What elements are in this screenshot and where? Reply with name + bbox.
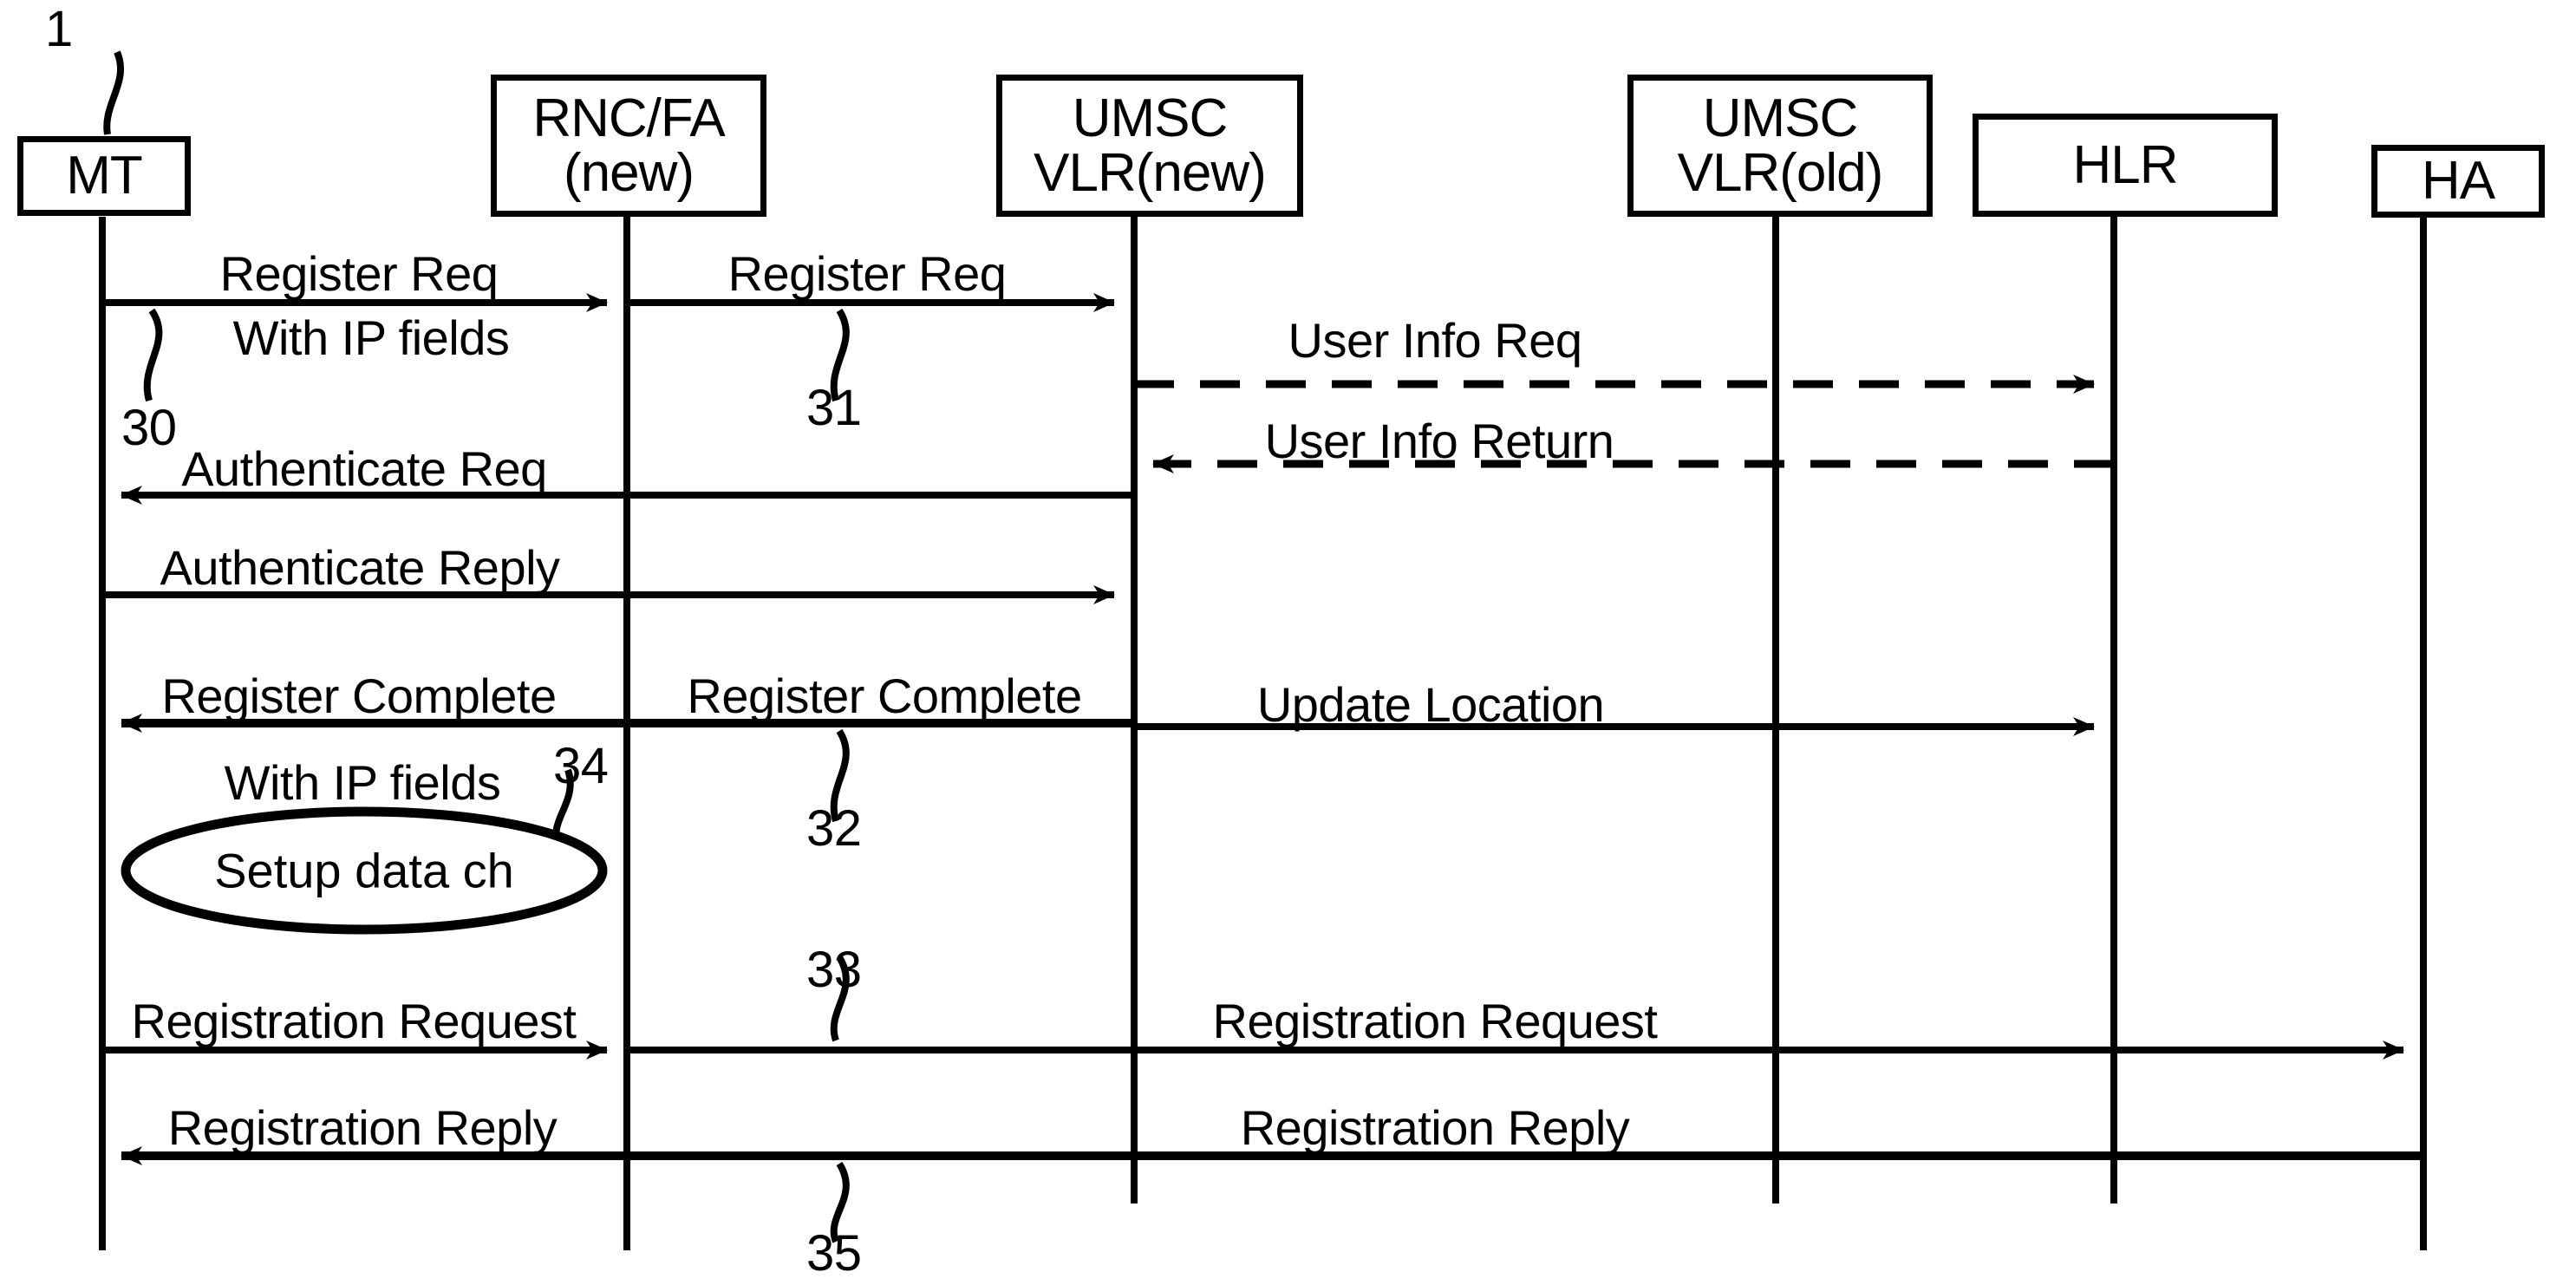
reference-numeral-35: 35: [806, 1225, 862, 1282]
leader-curve-1: [103, 50, 125, 135]
node-box-rncfa[interactable]: RNC/FA (new): [491, 75, 766, 217]
node-label-ha-line1: HA: [2421, 151, 2495, 212]
message-label-register-req-2: Register Req: [727, 246, 1007, 301]
oval-label-setup-data-ch: Setup data ch: [214, 843, 514, 898]
node-box-hlr[interactable]: HLR: [1973, 114, 2278, 217]
reference-numeral-34: 34: [553, 738, 609, 794]
message-sublabel-with-ip-fields-2: With IP fields: [224, 755, 501, 810]
reference-numeral-1: 1: [45, 1, 73, 57]
reference-numeral-30: 30: [121, 400, 177, 456]
node-label-rncfa-line1: RNC/FA: [532, 88, 725, 148]
leader-curve-30: [143, 308, 163, 402]
node-box-ha[interactable]: HA: [2371, 145, 2545, 218]
node-box-umsc-vlr-new[interactable]: UMSC VLR(new): [996, 75, 1303, 217]
message-label-user-info-return: User Info Return: [1264, 414, 1614, 468]
message-label-update-location: Update Location: [1256, 677, 1605, 732]
message-label-register-complete-2: Register Complete: [687, 669, 1082, 723]
message-label-registration-reply-1: Registration Reply: [1240, 1100, 1630, 1155]
node-box-mt[interactable]: MT: [17, 136, 191, 216]
node-label-hlr-line1: HLR: [2072, 134, 2178, 195]
reference-numeral-31: 31: [806, 380, 862, 436]
message-label-register-complete-1: Register Complete: [161, 669, 557, 723]
message-label-registration-reply-2: Registration Reply: [167, 1100, 558, 1155]
node-label-umsc-new-line2: VLR(new): [1034, 143, 1267, 203]
reference-numeral-33: 33: [806, 942, 862, 998]
node-label-rncfa-line2: (new): [563, 143, 695, 203]
message-sublabel-with-ip-fields-1: With IP fields: [232, 310, 510, 365]
node-label-umsc-new-line1: UMSC: [1072, 88, 1229, 148]
node-label-mt-line1: MT: [66, 146, 143, 206]
node-label-umsc-old-line1: UMSC: [1702, 88, 1859, 148]
message-label-registration-request-2: Registration Request: [1212, 994, 1658, 1048]
message-label-register-req-1: Register Req: [219, 246, 499, 301]
node-box-umsc-vlr-old[interactable]: UMSC VLR(old): [1627, 75, 1933, 217]
message-label-authenticate-req: Authenticate Req: [181, 441, 547, 496]
message-label-registration-request-1: Registration Request: [131, 994, 577, 1048]
node-label-umsc-old-line2: VLR(old): [1677, 143, 1884, 203]
message-label-authenticate-reply: Authenticate Reply: [160, 540, 560, 595]
reference-numeral-32: 32: [806, 800, 862, 857]
figure-canvas: MT RNC/FA (new) UMSC VLR(new) UMSC VLR(o…: [0, 0, 2576, 1285]
message-label-user-info-req: User Info Req: [1288, 313, 1583, 368]
